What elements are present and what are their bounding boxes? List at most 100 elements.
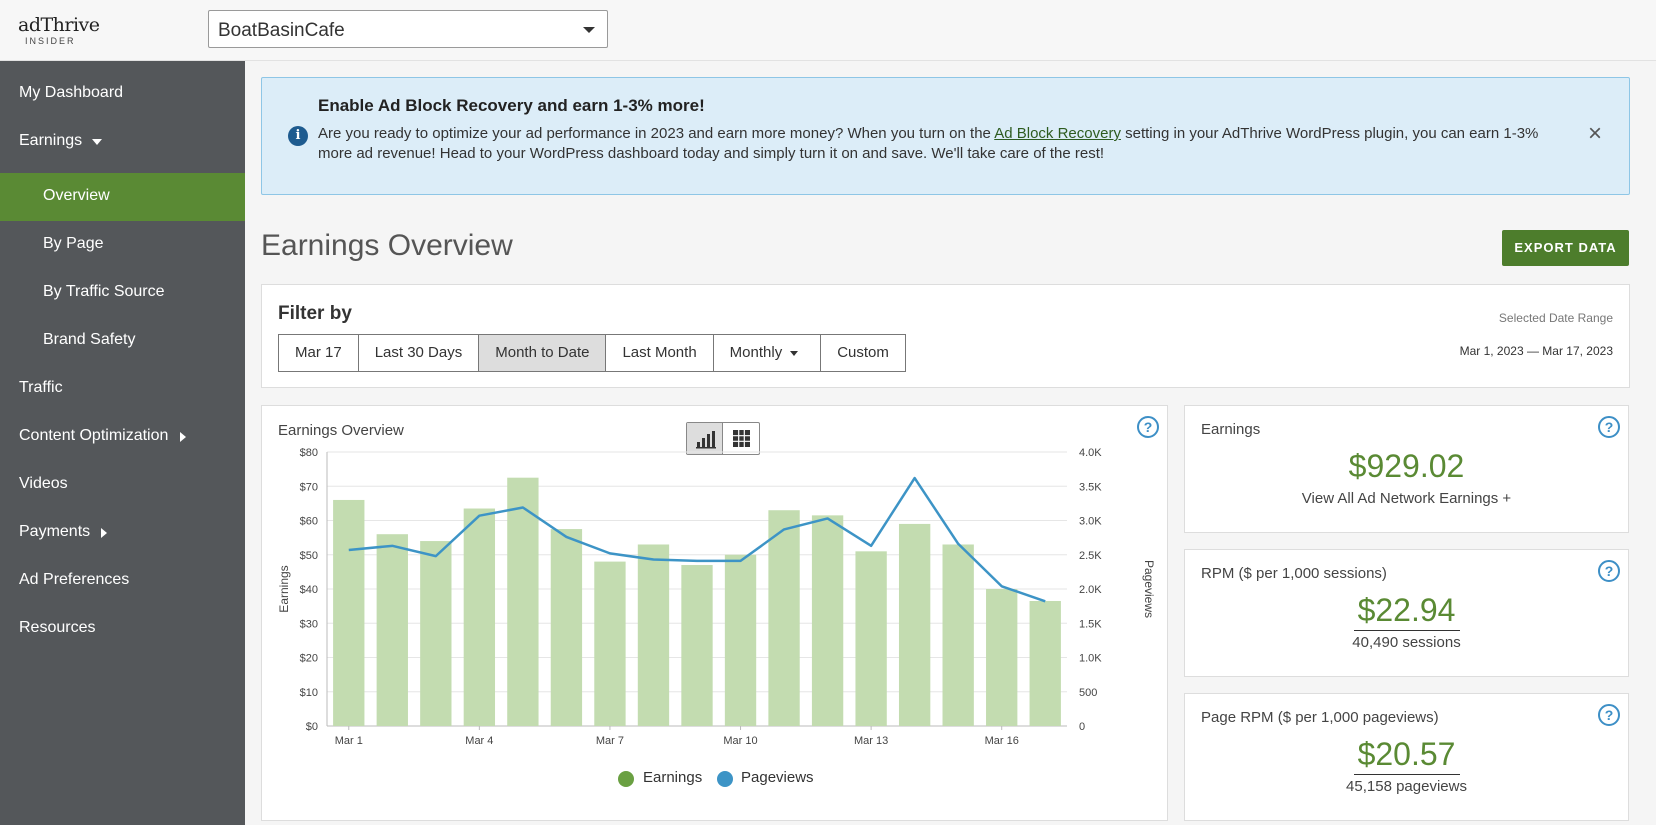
- filter-mar-17-button[interactable]: Mar 17: [278, 334, 359, 372]
- y-tick-label: $60: [300, 516, 318, 528]
- close-icon[interactable]: ×: [1584, 122, 1606, 146]
- alert-body: Are you ready to optimize your ad perfor…: [318, 124, 1563, 164]
- card-title: Page RPM ($ per 1,000 pageviews): [1201, 709, 1439, 726]
- sidebar-item-resources[interactable]: Resources: [0, 607, 245, 651]
- y-tick-label: $30: [300, 618, 318, 630]
- help-icon[interactable]: ?: [1598, 416, 1620, 438]
- filter-button-label: Last Month: [622, 344, 697, 361]
- rpm-card: RPM ($ per 1,000 sessions) ? $22.94 40,4…: [1184, 549, 1629, 677]
- y2-tick-label: 3.5K: [1079, 481, 1102, 493]
- filter-button-group: Mar 17 Last 30 Days Month to Date Last M…: [278, 334, 906, 372]
- x-tick-label: Mar 16: [985, 735, 1019, 747]
- filter-button-label: Last 30 Days: [374, 344, 463, 361]
- legend-item-pageviews[interactable]: Pageviews: [717, 769, 814, 787]
- chevron-down-icon: [583, 27, 595, 33]
- sidebar-item-content-optimization[interactable]: Content Optimization: [0, 415, 245, 459]
- sidebar-item-label: Videos: [19, 475, 68, 492]
- card-title: Earnings: [1201, 421, 1261, 438]
- sidebar-item-label: By Page: [43, 235, 104, 252]
- sidebar-item-videos[interactable]: Videos: [0, 463, 245, 507]
- date-range-value: Mar 1, 2023 — Mar 17, 2023: [1459, 344, 1613, 358]
- sidebar-item-by-page[interactable]: By Page: [0, 223, 245, 267]
- divider: [1354, 774, 1460, 775]
- filter-monthly-dropdown[interactable]: Monthly: [712, 334, 822, 372]
- y-tick-label: $80: [300, 447, 318, 459]
- ad-block-recovery-alert: i Enable Ad Block Recovery and earn 1-3%…: [261, 77, 1630, 195]
- sidebar-item-label: Traffic: [19, 379, 63, 396]
- help-icon[interactable]: ?: [1598, 560, 1620, 582]
- view-all-ad-network-earnings-link[interactable]: View All Ad Network Earnings +: [1185, 490, 1628, 507]
- earnings-bar: [463, 508, 496, 726]
- site-select-value: BoatBasinCafe: [218, 20, 345, 41]
- filter-month-to-date-button[interactable]: Month to Date: [478, 334, 607, 372]
- filter-last-30-days-button[interactable]: Last 30 Days: [357, 334, 480, 372]
- legend-dot-pageviews: [717, 771, 733, 787]
- earnings-chart-panel: Earnings Overview ? $0 $10 $20 $30 $40 $50 $60…: [261, 405, 1168, 821]
- y2-tick-label: 2.0K: [1079, 584, 1102, 596]
- earnings-bar: [1029, 600, 1061, 726]
- y-axis-label: Earnings: [277, 565, 291, 612]
- sidebar-item-label: Content Optimization: [19, 427, 169, 444]
- sidebar-item-traffic[interactable]: Traffic: [0, 367, 245, 411]
- sidebar-item-label: Ad Preferences: [19, 571, 130, 588]
- x-tick-label: Mar 4: [465, 735, 493, 747]
- y2-tick-label: 4.0K: [1079, 447, 1102, 459]
- site-select[interactable]: BoatBasinCafe: [208, 10, 608, 48]
- sidebar-item-ad-preferences[interactable]: Ad Preferences: [0, 559, 245, 603]
- y-tick-label: $40: [300, 584, 318, 596]
- y2-axis-label: Pageviews: [1142, 560, 1156, 618]
- sidebar-item-label: Overview: [43, 187, 110, 204]
- sidebar-item-brand-safety[interactable]: Brand Safety: [0, 319, 245, 363]
- y2-tick-label: 1.5K: [1079, 618, 1102, 630]
- logo-subtitle: INSIDER: [25, 36, 76, 46]
- filter-label: Filter by: [278, 303, 352, 324]
- earnings-pageviews-chart: $0 $10 $20 $30 $40 $50 $60 $70 $80 0 500 1.0K 1.5K 2.…: [277, 447, 1156, 747]
- legend-item-earnings[interactable]: Earnings: [618, 769, 702, 787]
- sidebar-item-my-dashboard[interactable]: My Dashboard: [0, 72, 245, 116]
- export-data-button[interactable]: EXPORT DATA: [1502, 230, 1629, 266]
- alert-body-text: Are you ready to optimize your ad perfor…: [318, 125, 995, 142]
- sidebar-item-by-traffic-source[interactable]: By Traffic Source: [0, 271, 245, 315]
- filter-last-month-button[interactable]: Last Month: [605, 334, 714, 372]
- sidebar-item-payments[interactable]: Payments: [0, 511, 245, 555]
- filter-button-label: Monthly: [729, 344, 783, 361]
- y-tick-label: $50: [300, 550, 318, 562]
- x-tick-label: Mar 1: [335, 735, 363, 747]
- ad-block-recovery-link[interactable]: Ad Block Recovery: [994, 125, 1121, 142]
- y-tick-label: $20: [300, 653, 318, 665]
- info-icon: i: [288, 126, 308, 146]
- filter-button-label: Mar 17: [295, 344, 342, 361]
- filter-custom-button[interactable]: Custom: [820, 334, 906, 372]
- sidebar-item-label: Payments: [19, 523, 91, 540]
- alert-title: Enable Ad Block Recovery and earn 1-3% m…: [318, 96, 705, 115]
- earnings-bar: [942, 544, 974, 726]
- caret-down-icon: [790, 350, 799, 356]
- pageviews-count: 45,158 pageviews: [1346, 778, 1467, 795]
- legend-label: Pageviews: [741, 769, 814, 786]
- page-rpm-card: Page RPM ($ per 1,000 pageviews) ? $20.5…: [1184, 693, 1629, 821]
- y2-tick-label: 1.0K: [1079, 653, 1102, 665]
- sidebar-item-label: My Dashboard: [19, 84, 124, 101]
- sessions-count: 40,490 sessions: [1352, 634, 1461, 651]
- x-tick-label: Mar 7: [596, 735, 624, 747]
- adthrive-logo[interactable]: adThrive INSIDER: [18, 12, 100, 48]
- page-title: Earnings Overview: [261, 229, 513, 262]
- x-tick-label: Mar 10: [723, 735, 757, 747]
- caret-right-icon: [101, 528, 107, 538]
- sidebar-item-earnings[interactable]: Earnings: [0, 120, 245, 164]
- sidebar-item-label: By Traffic Source: [43, 283, 165, 300]
- earnings-bar: [855, 551, 887, 726]
- filter-button-label: Month to Date: [495, 344, 590, 361]
- earnings-bar: [724, 554, 757, 726]
- filter-button-label: Custom: [837, 344, 889, 361]
- card-title: RPM ($ per 1,000 sessions): [1201, 565, 1387, 582]
- y-tick-label: $70: [300, 481, 318, 493]
- earnings-bar: [376, 534, 408, 726]
- divider: [1354, 630, 1460, 631]
- legend-dot-earnings: [618, 771, 634, 787]
- top-bar: adThrive INSIDER BoatBasinCafe: [0, 0, 1656, 61]
- help-icon[interactable]: ?: [1598, 704, 1620, 726]
- y2-tick-label: 500: [1079, 687, 1097, 699]
- earnings-bar: [550, 529, 583, 726]
- sidebar-item-overview[interactable]: Overview: [0, 173, 245, 221]
